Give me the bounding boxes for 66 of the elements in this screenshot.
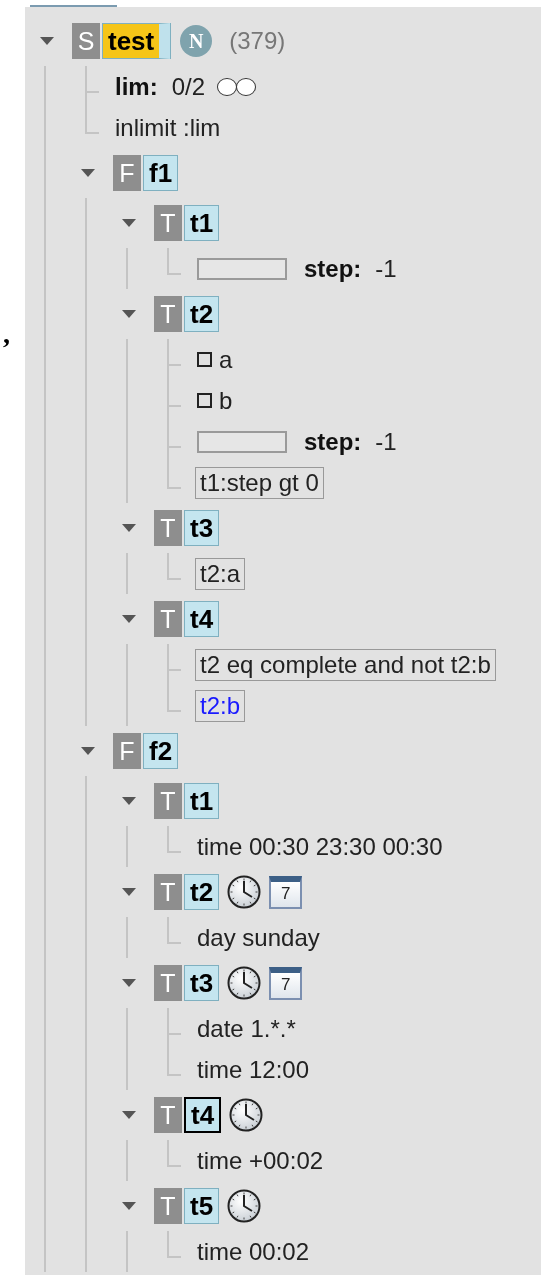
type-badge: T (154, 783, 182, 819)
node-count: (379) (229, 27, 286, 55)
expand-toggle[interactable] (121, 978, 137, 988)
clock-icon (227, 875, 262, 909)
event-label: a (219, 345, 233, 374)
attribute-text: inlimit :lim (115, 113, 221, 142)
meter-value: -1 (375, 427, 397, 456)
type-badge: T (154, 205, 182, 241)
node-name[interactable]: t3 (184, 510, 220, 546)
type-badge: T (154, 510, 182, 546)
node-name[interactable]: t1 (184, 205, 220, 241)
attribute-text: day sunday (197, 923, 320, 952)
trigger-expression: t1:step gt 0 (195, 466, 324, 499)
calendar-icon: 7 (269, 966, 303, 1000)
attribute-text: time 12:00 (197, 1055, 310, 1084)
meter-label: step: (304, 427, 362, 456)
attribute-text: date 1.*.* (197, 1014, 296, 1043)
type-badge: S (72, 23, 100, 59)
node-name[interactable]: t3 (184, 965, 220, 1001)
expand-toggle[interactable] (121, 614, 137, 624)
event-label: b (219, 386, 233, 415)
clock-icon (227, 966, 262, 1000)
checkbox[interactable] (197, 352, 212, 367)
expand-toggle[interactable] (121, 1201, 137, 1211)
limit-label: lim: (115, 72, 158, 101)
expand-toggle[interactable] (121, 309, 137, 319)
node-name[interactable]: t2 (184, 874, 220, 910)
attribute-text: time +00:02 (197, 1146, 324, 1175)
type-badge: T (154, 1097, 182, 1133)
node-name[interactable]: test (102, 23, 171, 59)
attribute-text: time 00:02 (197, 1237, 310, 1266)
expand-toggle[interactable] (121, 218, 137, 228)
trigger-expression: t2:a (195, 557, 246, 590)
expand-toggle[interactable] (121, 523, 137, 533)
type-badge: F (113, 155, 141, 191)
node-name[interactable]: t2 (184, 296, 220, 332)
clock-icon (229, 1098, 264, 1132)
node-name[interactable]: t4 (184, 1097, 222, 1133)
attribute-text: time 00:30 23:30 00:30 (197, 832, 443, 861)
trigger-expression: t2:b (195, 689, 246, 722)
trigger-expression: t2 eq complete and not t2:b (195, 648, 496, 681)
expand-toggle[interactable] (39, 36, 55, 46)
expand-toggle[interactable] (80, 746, 96, 756)
status-badge: N (180, 25, 213, 57)
node-name[interactable]: t5 (184, 1188, 220, 1224)
node-name[interactable]: f2 (143, 733, 179, 769)
meter-value: -1 (375, 254, 397, 283)
expand-toggle[interactable] (121, 887, 137, 897)
type-badge: F (113, 733, 141, 769)
meter-label: step: (304, 254, 362, 283)
type-badge: T (154, 601, 182, 637)
stray-mark: , (2, 318, 10, 350)
expand-toggle[interactable] (80, 168, 96, 178)
checkbox[interactable] (197, 393, 212, 408)
node-name[interactable]: t4 (184, 601, 220, 637)
expand-toggle[interactable] (121, 796, 137, 806)
limit-value: 0/2 (171, 72, 206, 101)
node-name[interactable]: t1 (184, 783, 220, 819)
type-badge: T (154, 874, 182, 910)
expand-toggle[interactable] (121, 1110, 137, 1120)
type-badge: T (154, 1188, 182, 1224)
type-badge: T (154, 965, 182, 1001)
calendar-icon: 7 (269, 875, 303, 909)
node-name[interactable]: f1 (143, 155, 179, 191)
type-badge: T (154, 296, 182, 332)
clock-icon (227, 1189, 262, 1223)
